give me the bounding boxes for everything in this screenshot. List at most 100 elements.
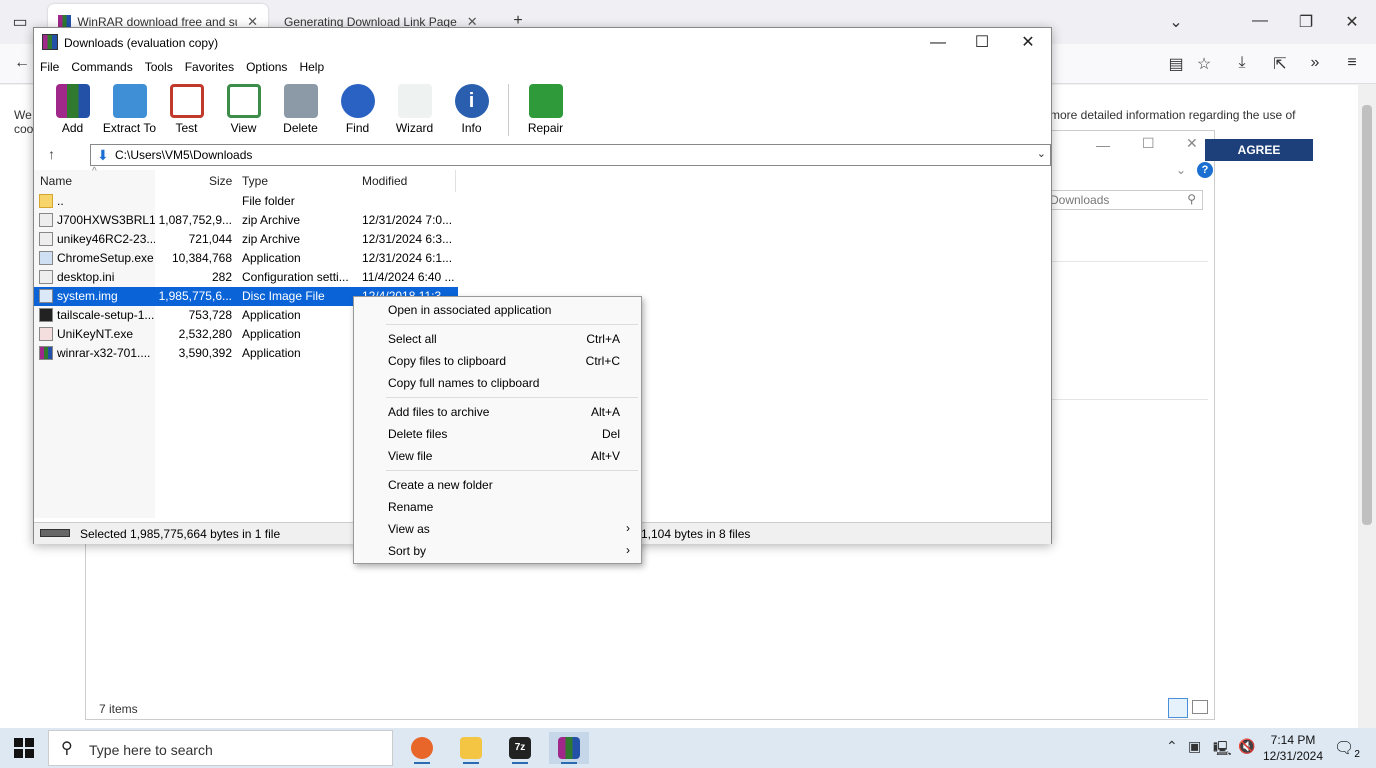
7zip-taskbar-button[interactable]: 7z — [500, 732, 540, 764]
bookmark-star-icon[interactable]: ☆ — [1194, 54, 1214, 74]
repair-button[interactable]: Repair — [517, 80, 574, 140]
bg-search-input[interactable]: Downloads ⚲ — [1043, 190, 1203, 210]
add-icon — [55, 84, 90, 118]
add-button[interactable]: Add — [44, 80, 101, 140]
menu-delete-files[interactable]: Delete files Del — [354, 423, 641, 445]
start-button[interactable] — [14, 738, 34, 758]
file-modified: 12/31/2024 7:0... — [362, 213, 453, 227]
taskbar-search-input[interactable]: ⚲ Type here to search — [48, 730, 393, 766]
test-button[interactable]: Test — [158, 80, 215, 140]
menu-file[interactable]: File — [34, 58, 65, 78]
column-type[interactable]: Type — [242, 174, 268, 188]
extract-to-button[interactable]: Extract To — [101, 80, 158, 140]
file-size: 3,590,392 — [178, 346, 232, 360]
wizard-button[interactable]: Wizard — [386, 80, 443, 140]
menu-open-associated[interactable]: Open in associated application — [354, 299, 641, 321]
file-size: 282 — [211, 270, 232, 284]
7zip-icon: 7z — [509, 737, 531, 759]
checklist-icon — [169, 84, 204, 118]
page-scrollbar[interactable] — [1358, 85, 1376, 728]
menu-view-file[interactable]: View file Alt+V — [354, 445, 641, 467]
menu-options[interactable]: Options — [240, 58, 293, 78]
bg-search-placeholder: Downloads — [1050, 193, 1110, 207]
menu-commands[interactable]: Commands — [65, 58, 138, 78]
menu-help[interactable]: Help — [293, 58, 330, 78]
menu-new-folder[interactable]: Create a new folder — [354, 474, 641, 496]
file-explorer-taskbar-button[interactable] — [451, 732, 491, 764]
minimize-icon[interactable]: — — [1250, 12, 1270, 30]
winrar-icon — [39, 346, 53, 360]
file-modified: 12/31/2024 6:3... — [362, 232, 453, 246]
running-indicator — [512, 762, 528, 764]
sort-indicator-icon: ^ — [92, 166, 97, 177]
menu-sort-by[interactable]: Sort by › — [354, 540, 641, 562]
column-modified[interactable]: Modified — [362, 174, 407, 188]
column-size[interactable]: Size — [209, 174, 232, 188]
search-placeholder: Type here to search — [89, 742, 213, 758]
file-row[interactable]: unikey46RC2-23... 721,044 zip Archive 12… — [34, 230, 458, 249]
winrar-taskbar-button[interactable] — [549, 732, 589, 764]
menu-copy-files[interactable]: Copy files to clipboard Ctrl+C — [354, 350, 641, 372]
overflow-icon[interactable]: » — [1305, 54, 1325, 72]
scroll-thumb[interactable] — [1362, 105, 1372, 525]
volume-muted-icon[interactable]: 🔇 — [1238, 738, 1255, 755]
details-view-icon[interactable] — [1168, 698, 1188, 718]
file-type: Configuration setti... — [242, 270, 349, 284]
file-row[interactable]: J700HXWS3BRL1... 1,087,752,9... zip Arch… — [34, 211, 458, 230]
find-button[interactable]: Find — [329, 80, 386, 140]
tray-app-icon[interactable]: ▣ — [1188, 738, 1201, 755]
menu-shortcut: Alt+V — [590, 449, 620, 463]
clock[interactable]: 7:14 PM 12/31/2024 — [1262, 732, 1324, 764]
restore-icon[interactable]: ❐ — [1296, 12, 1316, 32]
menu-rename[interactable]: Rename — [354, 496, 641, 518]
menu-tools[interactable]: Tools — [139, 58, 179, 78]
drive-icon[interactable] — [40, 529, 70, 537]
up-folder-icon[interactable]: ↑ — [48, 146, 55, 162]
tab-overview-icon[interactable]: ▭ — [10, 12, 30, 32]
file-row[interactable]: desktop.ini 282 Configuration setti... 1… — [34, 268, 458, 287]
tab-list-icon[interactable]: ⌄ — [1166, 12, 1186, 32]
menu-select-all[interactable]: Select all Ctrl+A — [354, 328, 641, 350]
back-icon[interactable]: ← — [12, 54, 32, 72]
close-icon[interactable]: ✕ — [1342, 12, 1362, 32]
downloads-icon[interactable]: ⤓ — [1232, 54, 1252, 72]
bg-minimize-icon[interactable]: — — [1096, 137, 1110, 153]
tool-label: Repair — [527, 121, 564, 135]
tool-label: Info — [461, 121, 482, 135]
menu-add-files[interactable]: Add files to archive Alt+A — [354, 401, 641, 423]
bg-chevron-down-icon[interactable]: ⌄ — [1176, 163, 1186, 177]
firefox-taskbar-button[interactable] — [402, 732, 442, 764]
bg-maximize-icon[interactable]: ☐ — [1142, 135, 1155, 152]
path-input[interactable]: ⬇ C:\Users\VM5\Downloads ⌄ — [90, 144, 1051, 166]
notification-icon[interactable]: 🗨2 — [1334, 738, 1360, 760]
file-type: zip Archive — [242, 232, 301, 246]
close-button[interactable]: ✕ — [1008, 32, 1048, 54]
menu-separator — [386, 470, 638, 471]
file-row[interactable]: .. File folder — [34, 192, 458, 211]
info-button[interactable]: i Info — [443, 80, 500, 140]
reader-view-icon[interactable]: ▤ — [1166, 54, 1186, 74]
path-bar: ↑ ⬇ C:\Users\VM5\Downloads ⌄ — [34, 142, 1051, 168]
agree-button[interactable]: AGREE — [1205, 139, 1313, 161]
network-icon[interactable]: 🖳 — [1213, 738, 1232, 762]
view-button[interactable]: View — [215, 80, 272, 140]
menu-icon[interactable]: ≡ — [1342, 54, 1362, 72]
cookie-text-fragment: We — [14, 108, 32, 122]
minimize-button[interactable]: — — [918, 32, 958, 54]
file-row[interactable]: ChromeSetup.exe 10,384,768 Application 1… — [34, 249, 458, 268]
file-name: winrar-x32-701.... — [57, 346, 151, 360]
menu-view-as[interactable]: View as › — [354, 518, 641, 540]
chevron-up-icon[interactable]: ⌃ — [1166, 738, 1178, 755]
unikey-icon — [39, 327, 53, 341]
bg-close-icon[interactable]: ✕ — [1186, 135, 1198, 152]
chevron-down-icon[interactable]: ⌄ — [1037, 147, 1046, 160]
maximize-button[interactable]: ☐ — [962, 32, 1002, 54]
column-name[interactable]: Name — [40, 174, 72, 188]
help-icon[interactable]: ? — [1197, 162, 1213, 178]
menu-favorites[interactable]: Favorites — [179, 58, 240, 78]
tiles-view-icon[interactable] — [1192, 700, 1208, 714]
extensions-icon[interactable]: ⇱ — [1270, 54, 1290, 74]
trash-icon — [283, 84, 318, 118]
menu-copy-names[interactable]: Copy full names to clipboard — [354, 372, 641, 394]
delete-button[interactable]: Delete — [272, 80, 329, 140]
